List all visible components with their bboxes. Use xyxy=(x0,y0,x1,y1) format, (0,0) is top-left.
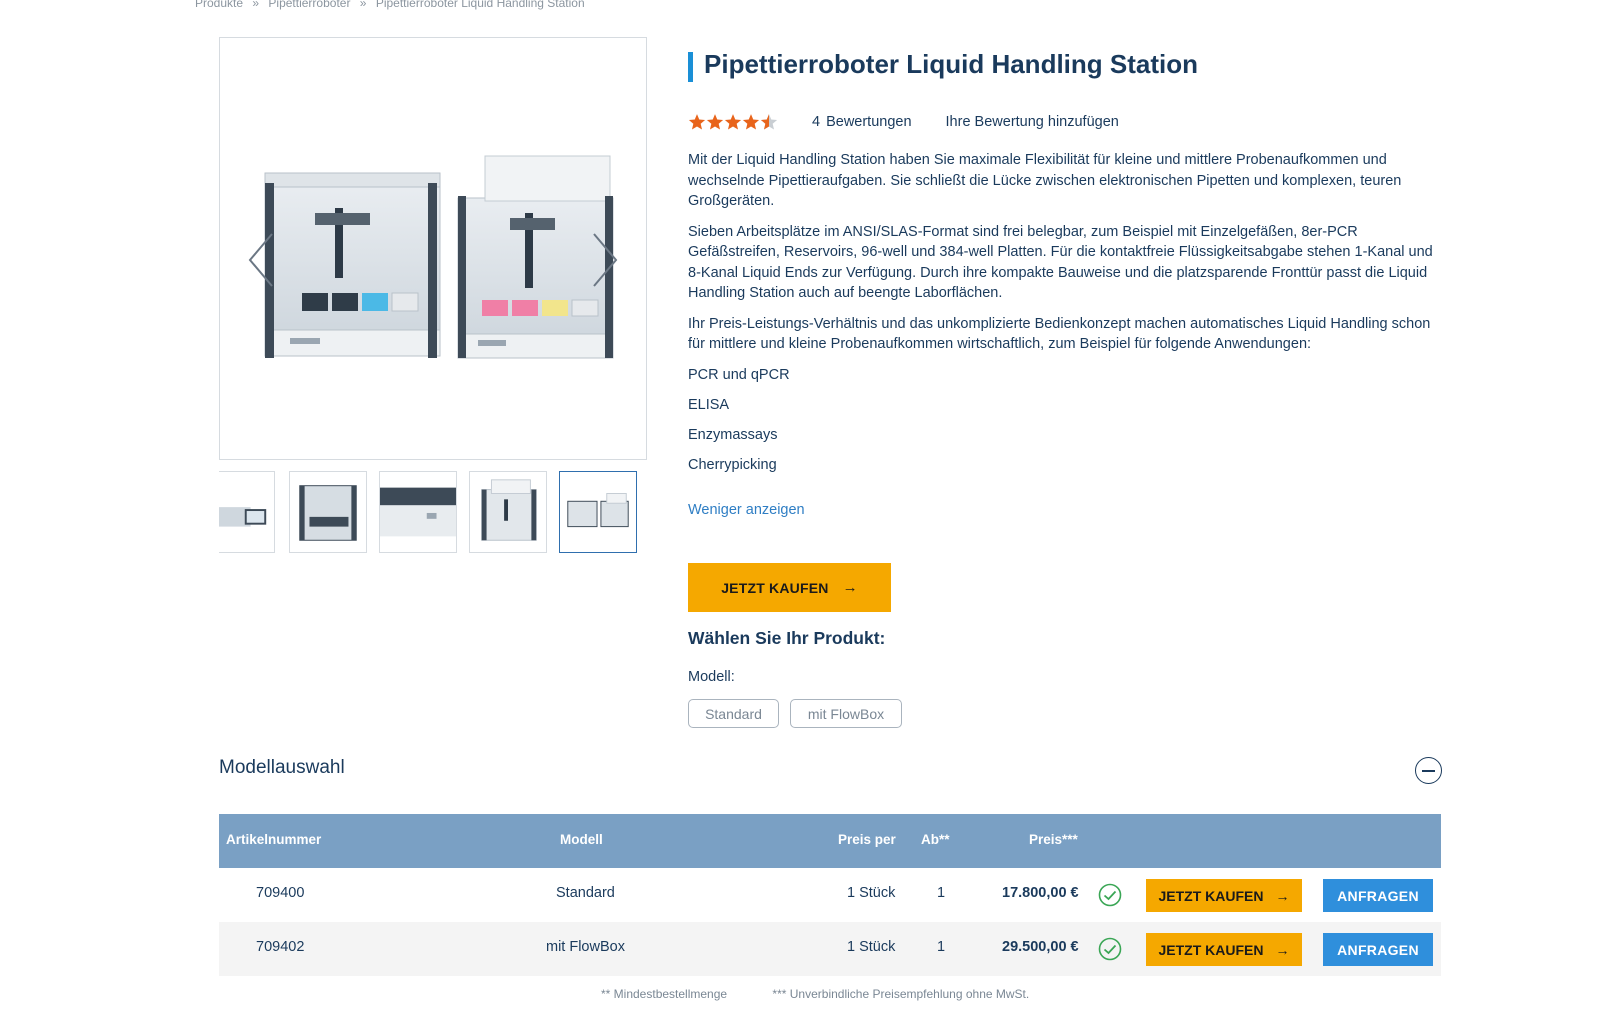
product-photo xyxy=(264,155,614,359)
breadcrumb-separator: » xyxy=(359,0,367,10)
show-less-link[interactable]: Weniger anzeigen xyxy=(688,502,805,518)
description-paragraph: Sieben Arbeitsplätze im ANSI/SLAS-Format… xyxy=(688,223,1433,302)
application-item: Cherrypicking xyxy=(688,457,777,474)
product-description: Mit der Liquid Handling Station haben Si… xyxy=(688,150,1443,486)
thumbnail-5-active[interactable] xyxy=(559,471,637,553)
row-buy-button[interactable]: JETZT KAUFEN → xyxy=(1146,879,1302,912)
description-paragraph: Ihr Preis-Leistungs-Verhältnis und das u… xyxy=(688,315,1431,353)
reviews-link[interactable]: Bewertungen xyxy=(826,114,911,130)
table-row: 709402 mit FlowBox 1 Stück 1 29.500,00 €… xyxy=(219,922,1441,976)
cell-min-qty: 1 xyxy=(937,885,946,901)
application-list: PCR und qPCR ELISA Enzymassays Cherrypic… xyxy=(688,365,1443,476)
cell-article: 709402 xyxy=(256,939,305,955)
cell-price-per: 1 Stück xyxy=(847,885,896,901)
header-min-qty: Ab** xyxy=(921,832,950,847)
header-price: Preis*** xyxy=(1029,832,1078,847)
row-inquire-button[interactable]: ANFRAGEN xyxy=(1323,879,1433,912)
cell-min-qty: 1 xyxy=(937,939,946,955)
star-full-icon xyxy=(688,114,706,130)
row-buy-label: JETZT KAUFEN xyxy=(1158,887,1264,904)
thumbnail-1[interactable] xyxy=(219,471,275,553)
application-item: PCR und qPCR xyxy=(688,366,790,383)
row-buy-label: JETZT KAUFEN xyxy=(1158,941,1264,958)
arrow-right-icon: → xyxy=(1275,887,1290,904)
description-paragraph: Mit der Liquid Handling Station haben Si… xyxy=(688,152,1402,209)
title-accent-bar xyxy=(688,52,693,82)
cell-model: mit FlowBox xyxy=(546,939,625,955)
thumbnail-4[interactable] xyxy=(469,471,547,553)
cell-price: 29.500,00 € xyxy=(1002,939,1079,955)
thumbnail-image xyxy=(219,507,267,527)
thumbnail-strip xyxy=(219,471,647,563)
rating-summary: 4 Bewertungen Ihre Bewertung hinzufügen xyxy=(688,113,1119,131)
buy-now-button[interactable]: JETZT KAUFEN → xyxy=(688,563,891,612)
availability-check-icon xyxy=(1098,937,1122,961)
product-main-image[interactable] xyxy=(219,37,647,460)
model-label: Modell: xyxy=(688,669,735,685)
application-item: Enzymassays xyxy=(688,427,778,444)
review-count[interactable]: 4 xyxy=(812,114,820,130)
gallery-prev-arrow[interactable] xyxy=(246,230,276,290)
collapse-minus-icon[interactable] xyxy=(1415,757,1442,784)
row-buy-button[interactable]: JETZT KAUFEN → xyxy=(1146,933,1302,966)
footnote-min-qty: ** Mindestbestellmenge xyxy=(601,987,728,1001)
thumbnail-3[interactable] xyxy=(379,471,457,553)
header-model: Modell xyxy=(560,832,603,847)
breadcrumb-item-current: Pipettierroboter Liquid Handling Station xyxy=(375,0,585,10)
thumbnail-image xyxy=(567,493,629,528)
star-full-icon xyxy=(724,114,742,130)
cell-price: 17.800,00 € xyxy=(1002,885,1079,901)
table-footnotes: ** Mindestbestellmenge *** Unverbindlich… xyxy=(601,987,1029,1001)
buy-now-label: JETZT KAUFEN xyxy=(721,579,829,596)
choose-product-title: Wählen Sie Ihr Produkt: xyxy=(688,628,886,648)
thumbnail-image xyxy=(380,487,456,537)
arrow-right-icon: → xyxy=(1275,941,1290,958)
thumbnail-image xyxy=(481,479,537,541)
header-price-per: Preis per xyxy=(838,832,896,847)
star-full-icon xyxy=(706,114,724,130)
table-row: 709400 Standard 1 Stück 1 17.800,00 € JE… xyxy=(219,868,1441,922)
breadcrumb: Produkte » Pipettierroboter » Pipettierr… xyxy=(195,0,591,10)
star-full-icon xyxy=(742,114,760,130)
model-selection-title: Modellauswahl xyxy=(219,757,345,778)
add-review-link[interactable]: Ihre Bewertung hinzufügen xyxy=(946,114,1119,130)
cell-article: 709400 xyxy=(256,885,305,901)
cell-price-per: 1 Stück xyxy=(847,939,896,955)
model-option-standard[interactable]: Standard xyxy=(688,699,779,728)
model-option-flowbox[interactable]: mit FlowBox xyxy=(790,699,902,728)
thumbnail-image xyxy=(299,485,357,541)
arrow-right-icon: → xyxy=(842,579,858,596)
breadcrumb-item-produkte[interactable]: Produkte xyxy=(195,0,243,10)
model-table: Artikelnummer Modell Preis per Ab** Prei… xyxy=(219,814,1441,976)
table-header: Artikelnummer Modell Preis per Ab** Prei… xyxy=(219,814,1441,868)
gallery-next-arrow[interactable] xyxy=(590,230,620,290)
cell-model: Standard xyxy=(556,885,615,901)
row-inquire-button[interactable]: ANFRAGEN xyxy=(1323,933,1433,966)
breadcrumb-item-pipettierroboter[interactable]: Pipettierroboter xyxy=(268,0,350,10)
star-half-icon xyxy=(760,114,778,130)
availability-check-icon xyxy=(1098,883,1122,907)
thumbnail-2[interactable] xyxy=(289,471,367,553)
footnote-price: *** Unverbindliche Preisempfehlung ohne … xyxy=(772,987,1030,1001)
star-rating xyxy=(688,113,778,131)
breadcrumb-separator: » xyxy=(252,0,260,10)
chevron-right-icon xyxy=(593,233,618,287)
chevron-left-icon xyxy=(248,233,273,287)
product-title: Pipettierroboter Liquid Handling Station xyxy=(704,49,1198,79)
header-article: Artikelnummer xyxy=(226,832,322,847)
application-item: ELISA xyxy=(688,396,730,413)
